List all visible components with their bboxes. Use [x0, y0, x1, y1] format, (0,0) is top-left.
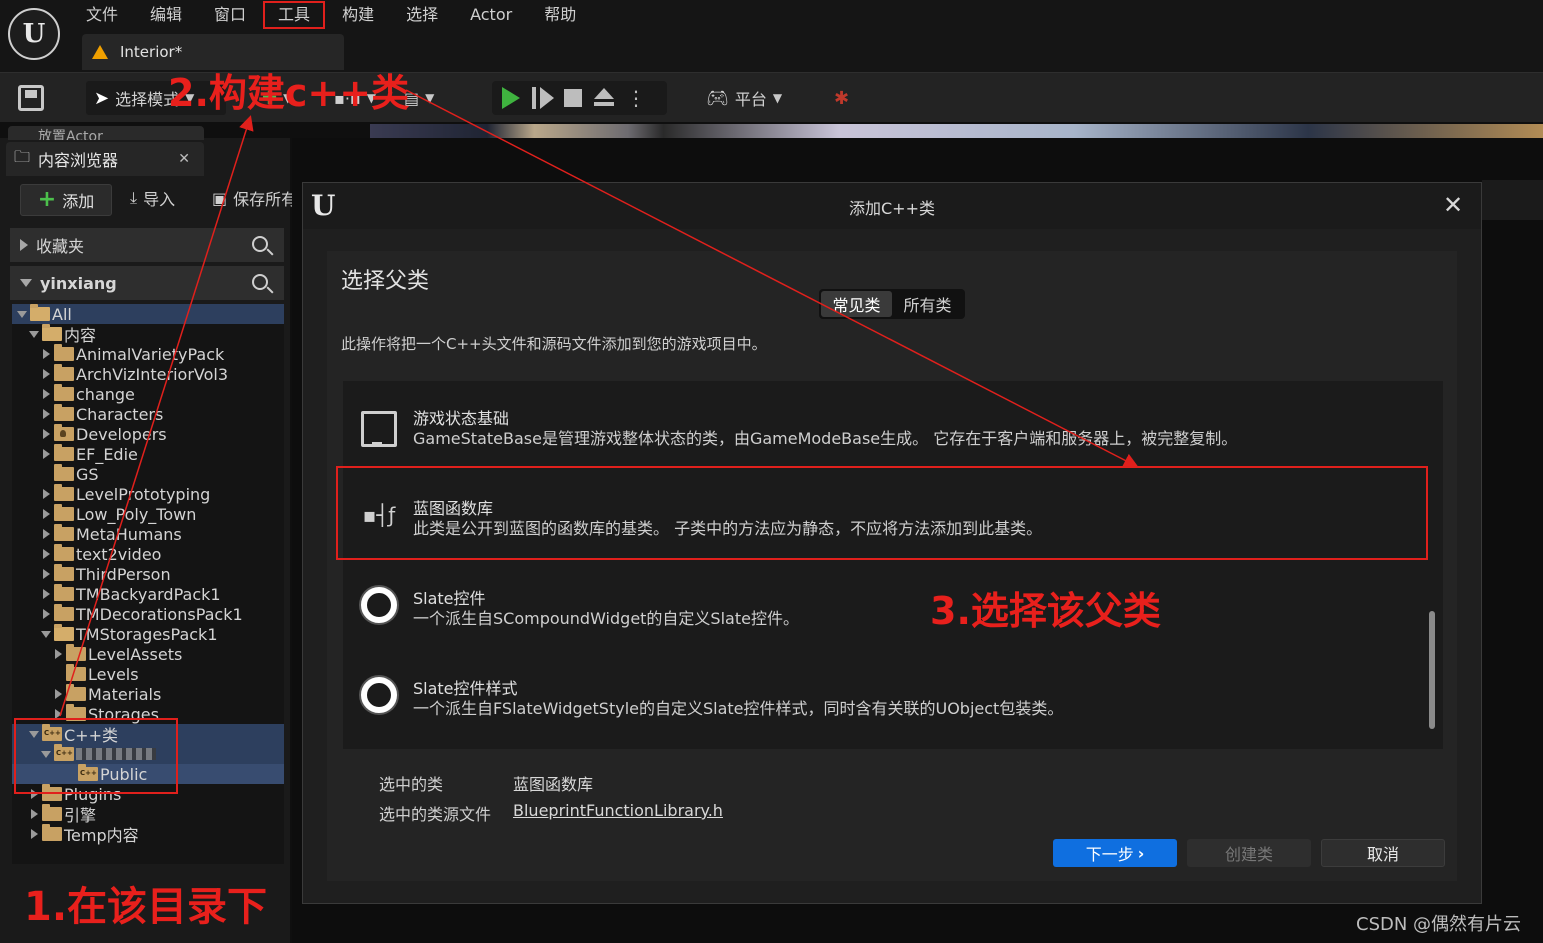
arrow-build-to-class	[405, 89, 1139, 468]
watermark: CSDN @偶然有片云	[1356, 914, 1522, 935]
annotation-step2: 2.构建c++类	[168, 71, 410, 115]
annotation-step1: 1.在该目录下	[24, 884, 268, 930]
annotation-step3: 3.选择该父类	[930, 589, 1161, 633]
arrow-folder-to-build	[59, 115, 254, 717]
annotation-arrows	[59, 89, 1139, 717]
screen: U 文件 编辑 窗口 工具 构建 选择 Actor 帮助 Interior* ➤…	[0, 0, 1543, 943]
